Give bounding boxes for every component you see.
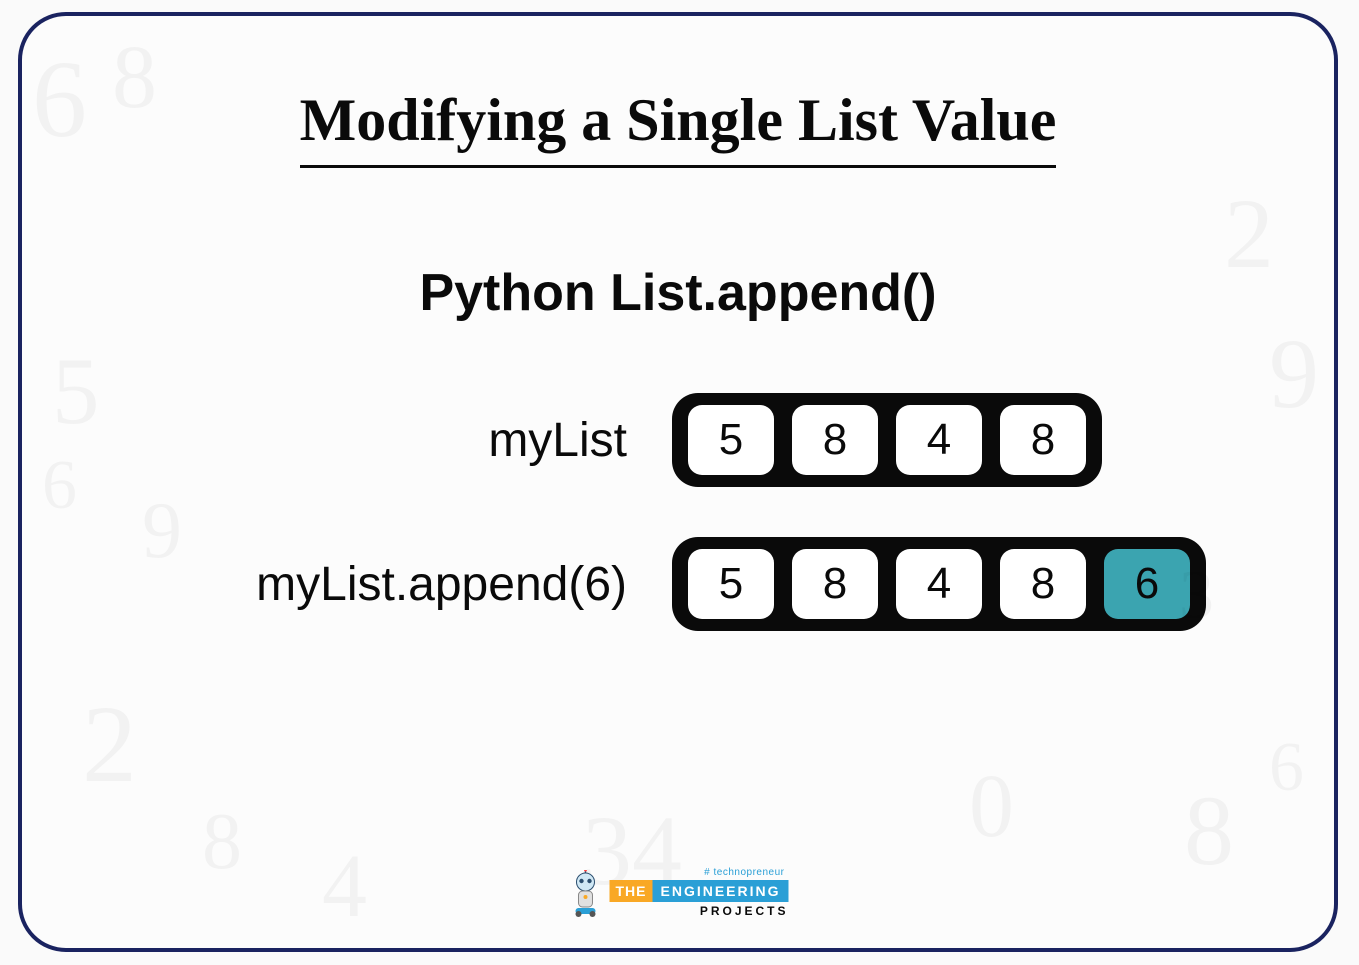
list-row-appended: myList.append(6) 5 8 4 8 6 (102, 537, 1254, 631)
logo-word-the: THE (609, 880, 652, 902)
page-title: Modifying a Single List Value (300, 86, 1057, 168)
list-cell: 4 (896, 549, 982, 619)
list-cell: 5 (688, 549, 774, 619)
logo-word-engineering: ENGINEERING (652, 880, 788, 902)
list-box-original: 5 8 4 8 (672, 393, 1102, 487)
row-label-append: myList.append(6) (102, 557, 672, 612)
title-container: Modifying a Single List Value (102, 86, 1254, 168)
list-cell: 8 (1000, 549, 1086, 619)
diagram-frame: 6 8 2 5 9 9 6 2 8 4 34 0 8 6 3 Modifying… (18, 12, 1338, 952)
logo-main: THE ENGINEERING (609, 880, 788, 902)
list-box-appended: 5 8 4 8 6 (672, 537, 1206, 631)
logo-text-block: # technopreneur THE ENGINEERING PROJECTS (609, 867, 788, 918)
list-cell: 5 (688, 405, 774, 475)
logo-word-projects: PROJECTS (700, 904, 789, 918)
subtitle: Python List.append() (102, 263, 1254, 323)
list-cell: 8 (792, 549, 878, 619)
footer-logo: # technopreneur THE ENGINEERING PROJECTS (567, 867, 788, 918)
list-cell: 4 (896, 405, 982, 475)
row-label-mylist: myList (102, 413, 672, 468)
list-cell: 8 (792, 405, 878, 475)
list-row-original: myList 5 8 4 8 (102, 393, 1254, 487)
robot-icon (567, 870, 603, 918)
list-cell-new: 6 (1104, 549, 1190, 619)
logo-hashtag: # technopreneur (704, 867, 784, 878)
list-cell: 8 (1000, 405, 1086, 475)
